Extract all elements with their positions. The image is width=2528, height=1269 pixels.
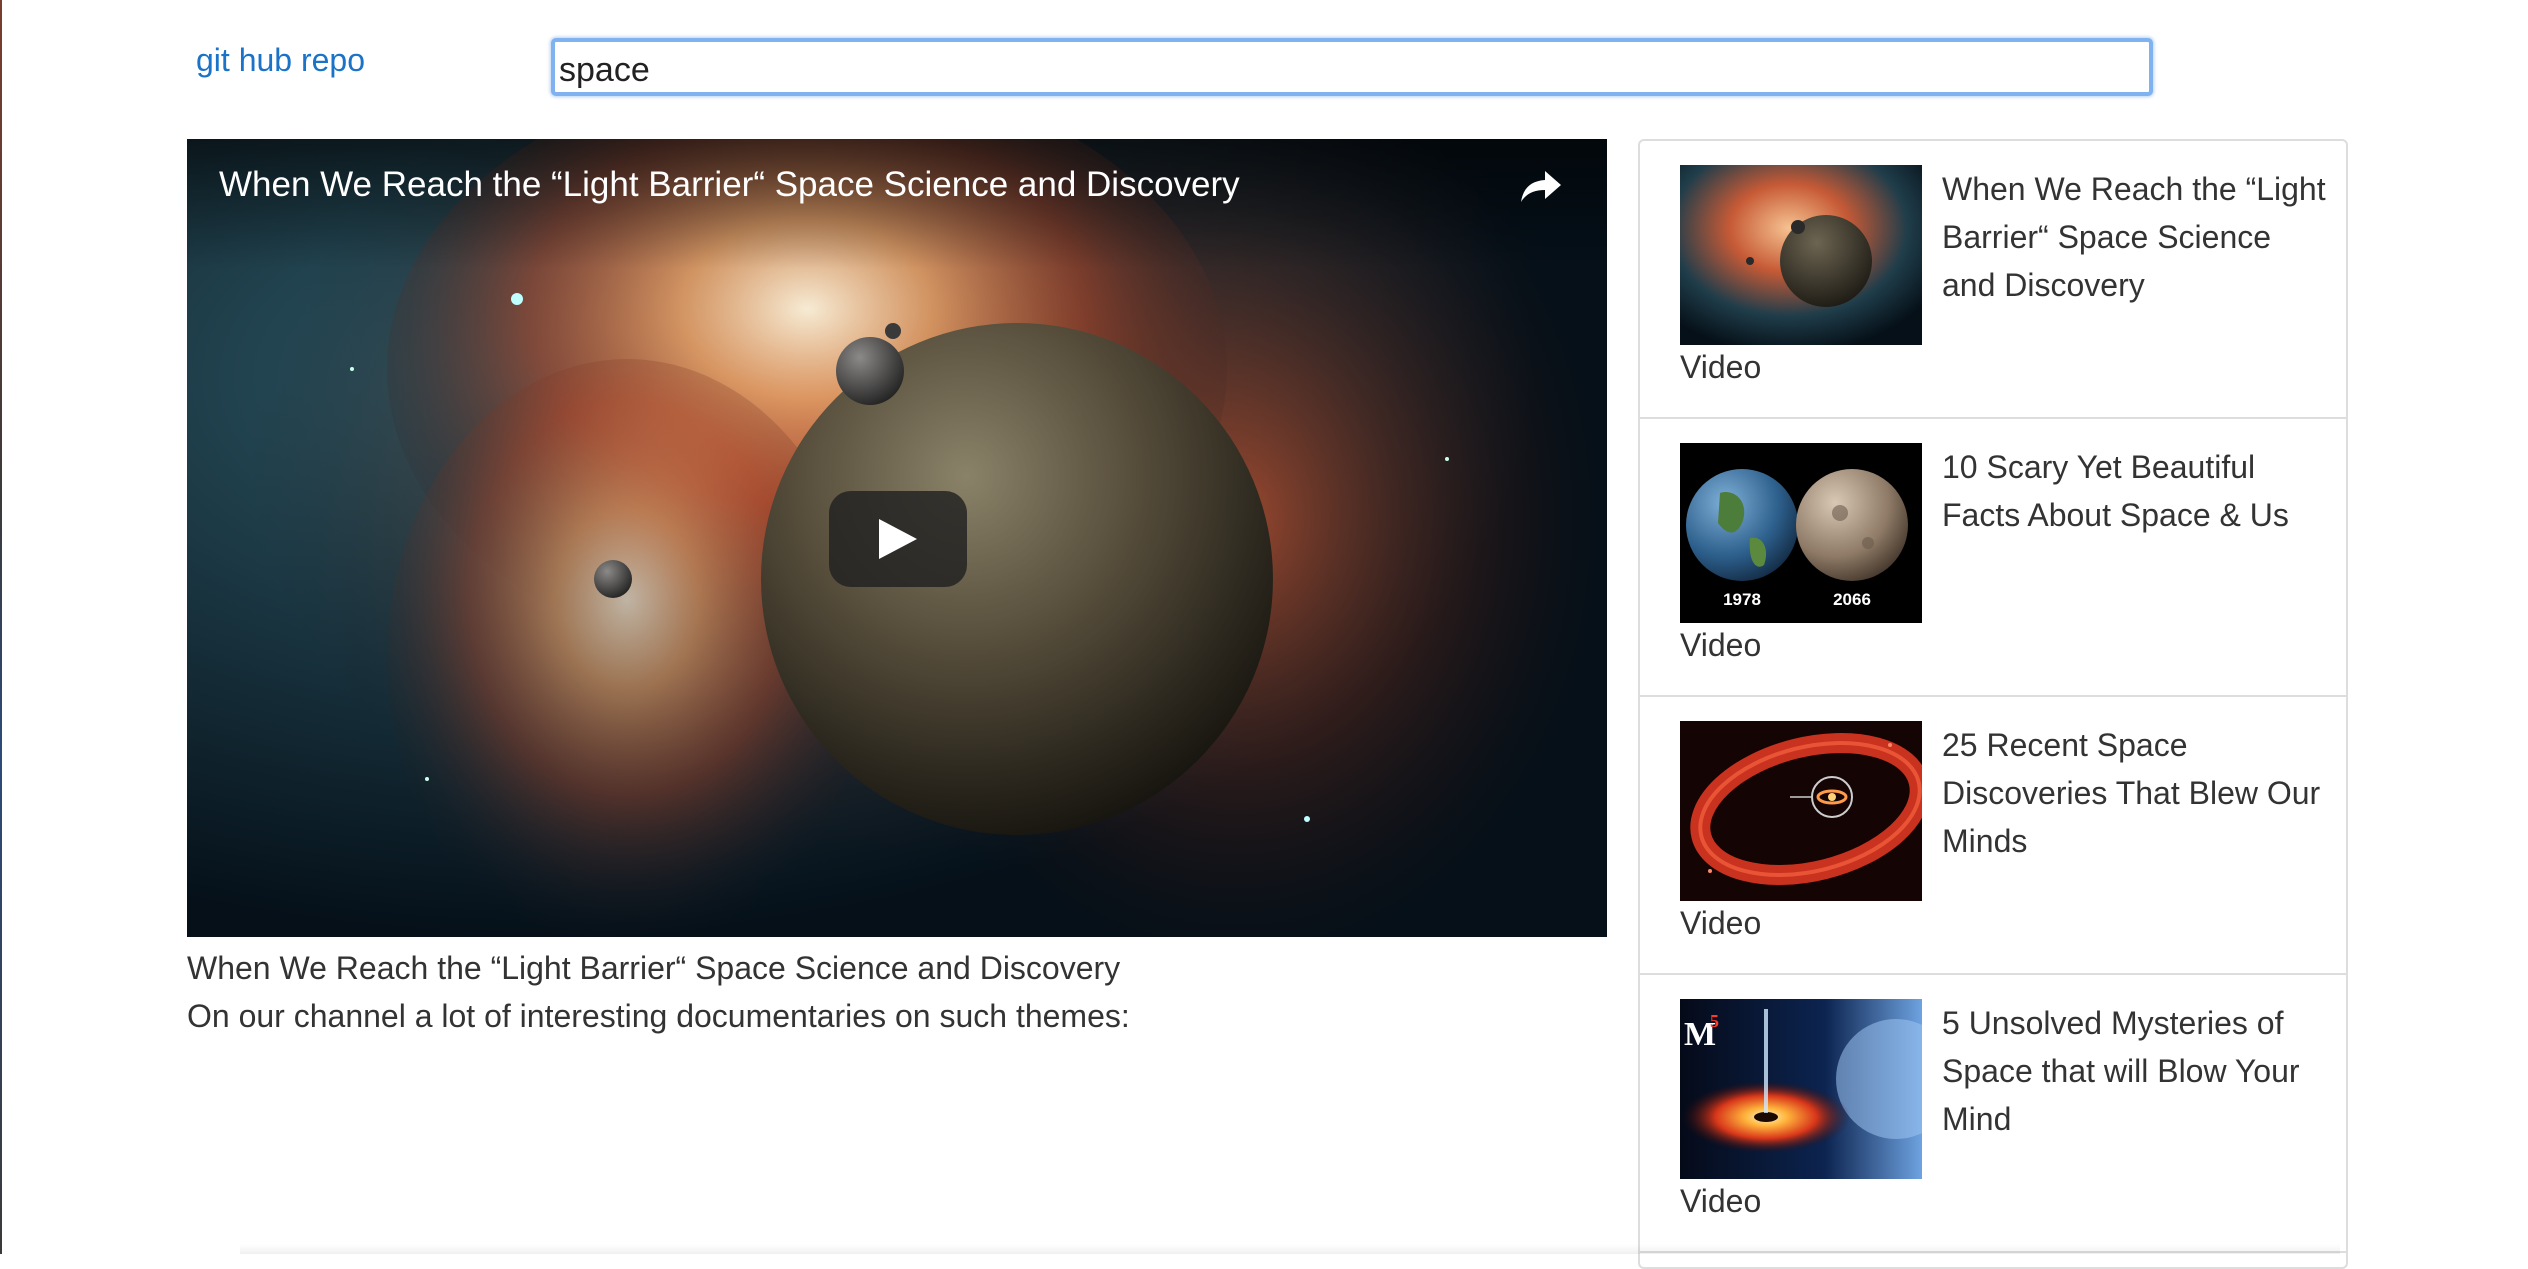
video-list-item[interactable]: M 5 5 Unsolved Mysteries of Space that w… [1640, 975, 2346, 1253]
video-list-title[interactable]: 5 Unsolved Mysteries of Space that will … [1942, 999, 2332, 1143]
video-list-thumbnail[interactable]: 1978 2066 [1680, 443, 1922, 623]
video-list-thumbnail[interactable] [1680, 165, 1922, 345]
video-title: When We Reach the “Light Barrier“ Space … [187, 950, 1121, 986]
play-icon [879, 519, 917, 559]
github-repo-link[interactable]: git hub repo [196, 42, 365, 79]
thumb-label-1978: 1978 [1723, 590, 1761, 609]
video-list-title[interactable]: When We Reach the “Light Barrier“ Space … [1942, 165, 2332, 309]
thumb-label-5: 5 [1710, 1011, 1719, 1031]
video-list: When We Reach the “Light Barrier“ Space … [1638, 139, 2348, 1269]
video-list-title[interactable]: 10 Scary Yet Beautiful Facts About Space… [1942, 443, 2332, 539]
red-ring-disc-image [1680, 721, 1922, 901]
video-list-type: Video [1680, 349, 1762, 385]
video-list-thumbnail[interactable] [1680, 721, 1922, 901]
accretion-disk-image: M 5 [1680, 999, 1922, 1179]
video-description: On our channel a lot of interesting docu… [187, 998, 1130, 1034]
video-list-type: Video [1680, 905, 1762, 941]
video-list-type: Video [1680, 627, 1762, 663]
video-list-item[interactable]: 1978 2066 10 Scary Yet Beautiful Facts A… [1640, 419, 2346, 697]
video-list-item[interactable]: When We Reach the “Light Barrier“ Space … [1640, 141, 2346, 419]
video-list-item[interactable]: 25 Recent Space Discoveries That Blew Ou… [1640, 697, 2346, 975]
search-input[interactable] [551, 38, 2153, 96]
share-icon[interactable] [1517, 161, 1565, 209]
earth-comparison-image: 1978 2066 [1680, 443, 1922, 623]
play-button[interactable] [829, 491, 967, 587]
video-list-type: Video [1680, 1183, 1762, 1219]
bottom-shadow [240, 1244, 2340, 1254]
video-list-title[interactable]: 25 Recent Space Discoveries That Blew Ou… [1942, 721, 2332, 865]
video-player[interactable]: When We Reach the “Light Barrier“ Space … [187, 139, 1607, 937]
video-list-thumbnail[interactable]: M 5 [1680, 999, 1922, 1179]
window-edge [0, 0, 2, 1254]
thumb-label-2066: 2066 [1833, 590, 1871, 609]
player-title[interactable]: When We Reach the “Light Barrier“ Space … [219, 165, 1240, 205]
video-details: When We Reach the “Light Barrier“ Space … [187, 944, 1130, 1040]
nebula-planet-image [1680, 165, 1922, 345]
